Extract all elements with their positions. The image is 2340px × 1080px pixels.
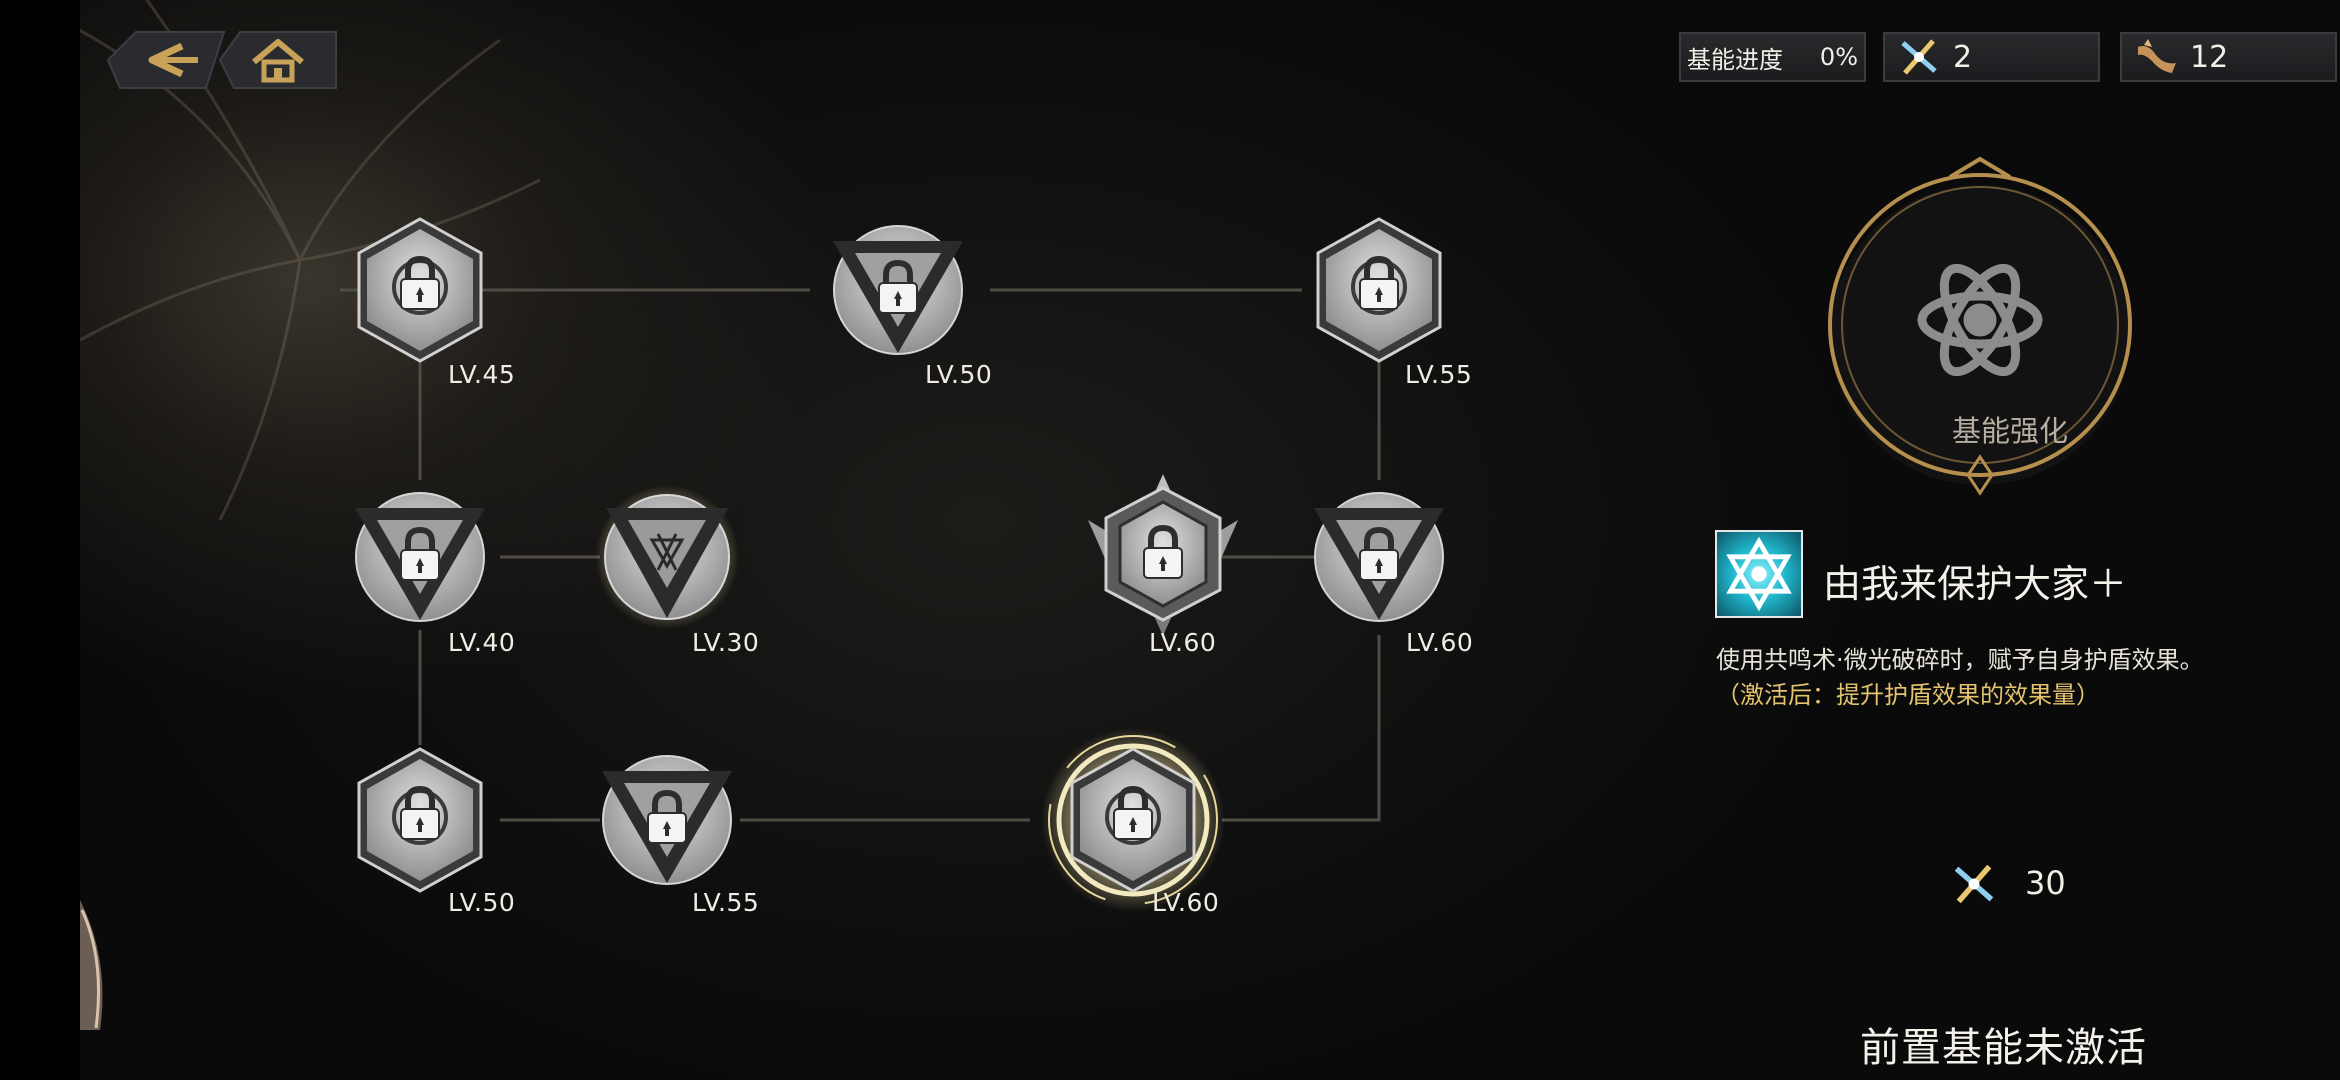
progress-indicator: 基能进度 0% bbox=[1679, 32, 1866, 82]
progress-value: 0% bbox=[1819, 43, 1858, 71]
skill-node-level: LV.60 bbox=[1149, 628, 1217, 657]
resource-crystal-count: 2 bbox=[1953, 39, 1973, 75]
skill-tree: LV.45 LV.50 LV.55 LV.40 LV.30 LV.60 LV.6… bbox=[80, 0, 1580, 1080]
skill-node-lv50-top[interactable] bbox=[823, 215, 973, 365]
resource-bird-token[interactable]: 12 bbox=[2120, 32, 2337, 82]
skill-node-level: LV.60 bbox=[1406, 628, 1474, 657]
skill-node-lv50-bottom[interactable] bbox=[345, 745, 495, 895]
bird-token-icon bbox=[2138, 39, 2176, 73]
skill-node-level: LV.55 bbox=[1405, 360, 1473, 389]
skill-node-level: LV.55 bbox=[692, 888, 760, 917]
skill-node-level: LV.40 bbox=[448, 628, 516, 657]
skill-node-lv55-top[interactable] bbox=[1304, 215, 1454, 365]
activation-cost: 30 bbox=[2025, 864, 2066, 902]
skill-node-lv40[interactable] bbox=[345, 482, 495, 632]
skill-node-lv30[interactable] bbox=[592, 482, 742, 632]
skill-node-lv60-selected[interactable] bbox=[1038, 725, 1228, 915]
progress-label: 基能进度 bbox=[1687, 45, 1783, 74]
skill-icon bbox=[1715, 530, 1803, 618]
skill-node-lv60-right[interactable] bbox=[1304, 482, 1454, 632]
skill-description: 使用共鸣术·微光破碎时，赋予自身护盾效果。 bbox=[1716, 646, 2204, 674]
node-emblem bbox=[1828, 156, 2132, 496]
hexagram-star-icon bbox=[1726, 536, 1792, 612]
resource-crystal[interactable]: 2 bbox=[1883, 32, 2100, 82]
crystal-cross-icon bbox=[1954, 864, 1994, 904]
skill-node-lv45[interactable] bbox=[345, 215, 495, 365]
resource-bird-token-count: 12 bbox=[2190, 39, 2229, 75]
skill-activation-note: （激活后：提升护盾效果的效果量） bbox=[1716, 681, 2100, 709]
skill-node-level: LV.60 bbox=[1152, 888, 1220, 917]
skill-node-lv55-bottom[interactable] bbox=[592, 745, 742, 895]
activation-status: 前置基能未激活 bbox=[1860, 1025, 2147, 1071]
skill-node-level: LV.50 bbox=[925, 360, 993, 389]
skill-node-level: LV.50 bbox=[448, 888, 516, 917]
skill-node-level: LV.45 bbox=[448, 360, 516, 389]
crystal-cross-icon bbox=[1901, 39, 1937, 75]
emblem-label: 基能强化 bbox=[1951, 414, 2068, 448]
skill-node-level: LV.30 bbox=[692, 628, 760, 657]
skill-tree-screen: 基能进度 0% 2 12 LV.45 LV.50 LV.55 LV.40 LV.… bbox=[80, 0, 2340, 1080]
skill-title: 由我来保护大家＋ bbox=[1823, 562, 2128, 606]
skill-node-lv60-winged[interactable] bbox=[1088, 470, 1238, 640]
